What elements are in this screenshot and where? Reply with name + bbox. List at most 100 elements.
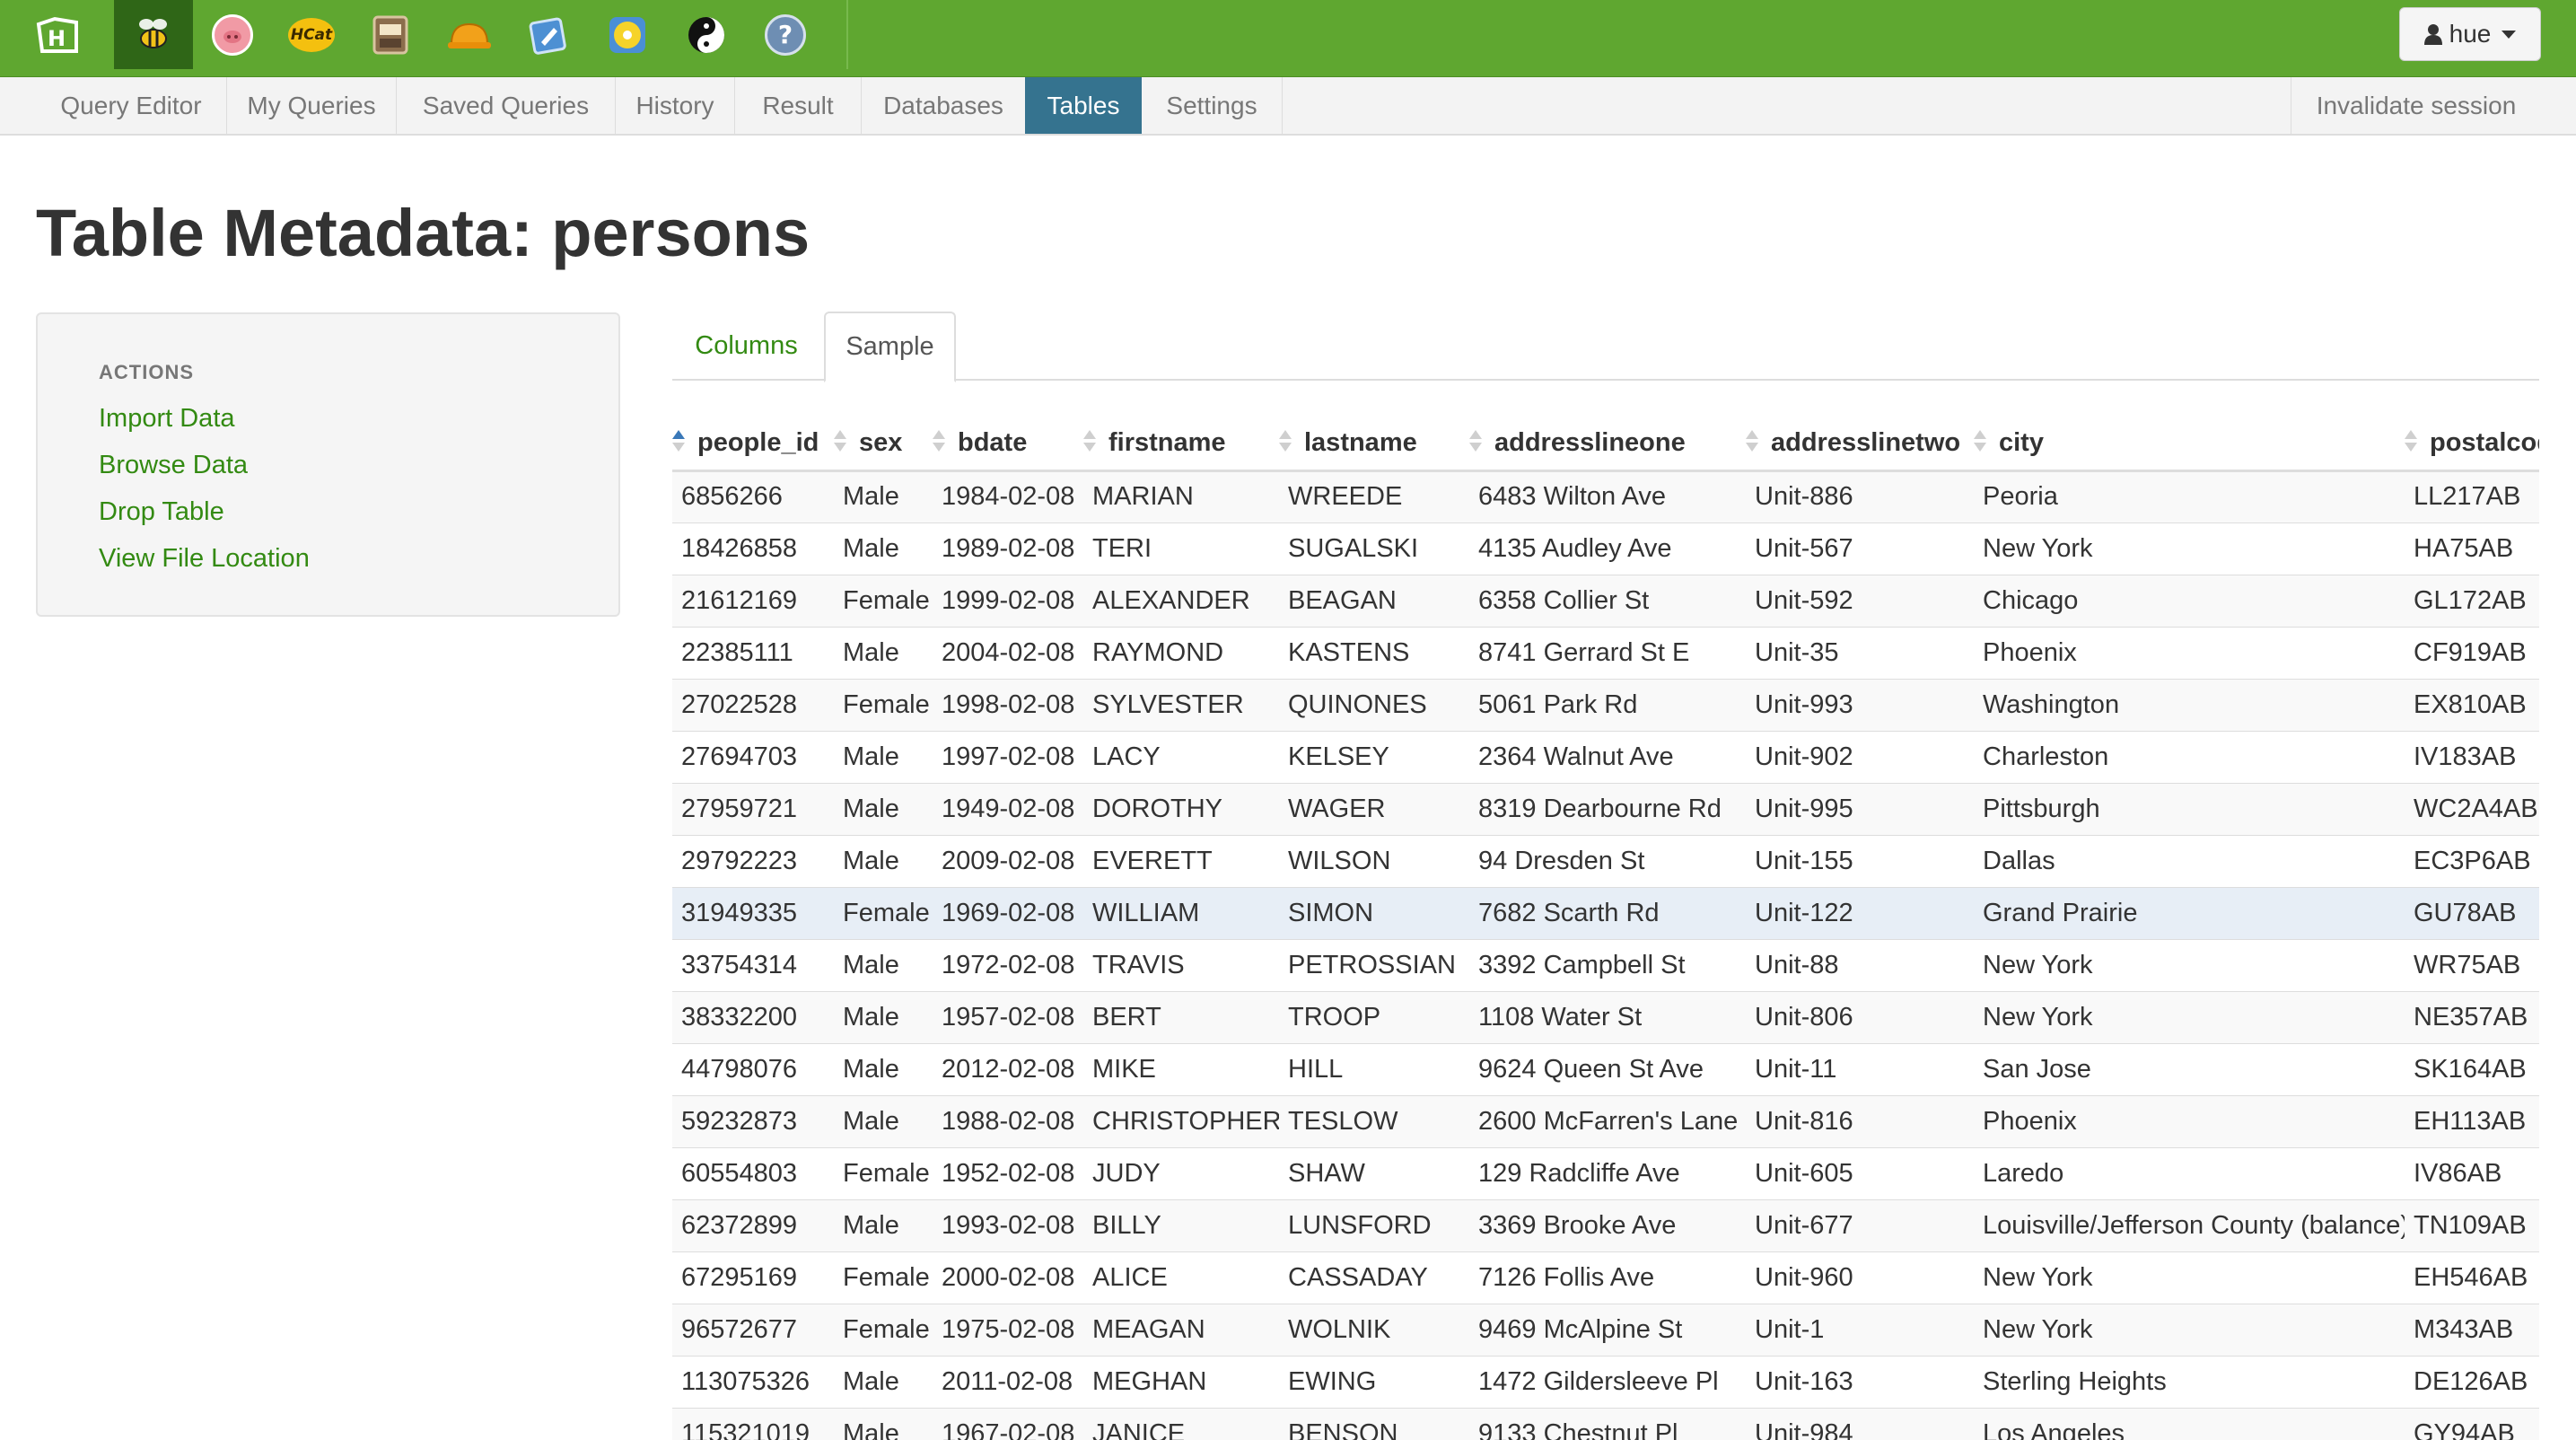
table-cell-firstname: MIKE (1083, 1042, 1279, 1095)
table-row[interactable]: 27959721 Male 1949-02-08 DOROTHY WAGER 8319 D… (672, 782, 2539, 835)
import-data-link[interactable]: Import Data (99, 404, 235, 434)
table-cell-firstname: RAYMOND (1083, 626, 1279, 679)
table-row[interactable]: 67295169 Female 2000-02-08 ALICE CASSADAY 712… (672, 1251, 2539, 1304)
table-cell-people-id: 96572677 (672, 1303, 834, 1356)
hcatalog-app-button[interactable]: HCat (272, 0, 351, 69)
column-header-lastname[interactable]: lastname (1279, 417, 1469, 472)
table-row[interactable]: 33754314 Male 1972-02-08 TRAVIS PETROSSIAN 33… (672, 938, 2539, 991)
table-cell-addresslinetwo: Unit-902 (1746, 730, 1974, 783)
table-row[interactable]: 27694703 Male 1997-02-08 LACY KELSEY 2364 Wal… (672, 730, 2539, 783)
table-cell-postalcode: DE126AB (2405, 1355, 2539, 1408)
nav-settings[interactable]: Settings (1142, 77, 1282, 134)
table-cell-people-id: 22385111 (672, 626, 834, 679)
table-cell-lastname: SUGALSKI (1279, 522, 1469, 575)
file-browser-icon (372, 15, 408, 54)
nav-tables[interactable]: Tables (1025, 77, 1142, 134)
table-row[interactable]: 29792223 Male 2009-02-08 EVERETT WILSON 94 Dr… (672, 834, 2539, 887)
table-cell-addresslineone: 1108 Water St (1469, 990, 1746, 1043)
table-cell-addresslineone: 7126 Follis Ave (1469, 1251, 1746, 1304)
nav-databases[interactable]: Databases (862, 77, 1025, 134)
table-cell-addresslinetwo: Unit-886 (1746, 470, 1974, 522)
table-row[interactable]: 38332200 Male 1957-02-08 BERT TROOP 1108 Wate… (672, 990, 2539, 1043)
column-header-sex[interactable]: sex (834, 417, 933, 472)
table-row[interactable]: 18426858 Male 1989-02-08 TERI SUGALSKI 4135 A… (672, 522, 2539, 575)
view-file-location-link[interactable]: View File Location (99, 544, 310, 574)
column-header-firstname[interactable]: firstname (1083, 417, 1279, 472)
nav-my-queries[interactable]: My Queries (227, 77, 396, 134)
table-cell-lastname: WOLNIK (1279, 1303, 1469, 1356)
table-cell-addresslinetwo: Unit-122 (1746, 886, 1974, 939)
table-row[interactable]: 21612169 Female 1999-02-08 ALEXANDER BEAGAN 6… (672, 574, 2539, 627)
table-row[interactable]: 44798076 Male 2012-02-08 MIKE HILL 9624 Queen… (672, 1042, 2539, 1095)
table-cell-bdate: 1993-02-08 (933, 1199, 1083, 1251)
sample-table: people_id sex bdate firstname lastname a… (672, 417, 2539, 1440)
beeswax-bee-icon (139, 18, 167, 48)
column-header-addresslinetwo[interactable]: addresslinetwo (1746, 417, 1974, 472)
drop-table-link[interactable]: Drop Table (99, 497, 224, 527)
table-cell-postalcode: EH113AB (2405, 1094, 2539, 1147)
hue-home-button[interactable]: H (18, 0, 97, 69)
table-cell-addresslinetwo: Unit-806 (1746, 990, 1974, 1043)
nav-saved-queries[interactable]: Saved Queries (397, 77, 615, 134)
nav-history[interactable]: History (616, 77, 734, 134)
tab-columns[interactable]: Columns (672, 312, 820, 381)
table-cell-addresslineone: 2364 Walnut Ave (1469, 730, 1746, 783)
table-cell-addresslineone: 3369 Brooke Ave (1469, 1199, 1746, 1251)
table-cell-city: Laredo (1974, 1146, 2405, 1199)
nav-query-editor[interactable]: Query Editor (36, 77, 226, 134)
table-row[interactable]: 6856266 Male 1984-02-08 MARIAN WREEDE 6483 Wi… (672, 470, 2539, 522)
oozie-app-button[interactable] (509, 0, 588, 69)
pig-app-button[interactable] (193, 0, 272, 69)
nav-divider (1282, 77, 1283, 134)
table-cell-postalcode: GU78AB (2405, 886, 2539, 939)
table-cell-bdate: 1999-02-08 (933, 574, 1083, 627)
browse-data-link[interactable]: Browse Data (99, 451, 248, 480)
column-header-bdate[interactable]: bdate (933, 417, 1083, 472)
table-row[interactable]: 60554803 Female 1952-02-08 JUDY SHAW 129 Radc… (672, 1146, 2539, 1199)
table-cell-city: Charleston (1974, 730, 2405, 783)
invalidate-session-link[interactable]: Invalidate session (2291, 77, 2541, 134)
table-row[interactable]: 113075326 Male 2011-02-08 MEGHAN EWING 1472 G… (672, 1355, 2539, 1408)
topbar-divider (846, 0, 848, 69)
hue-logo-icon: H (36, 16, 78, 53)
table-row[interactable]: 59232873 Male 1988-02-08 CHRISTOPHER TESLOW 2… (672, 1094, 2539, 1147)
table-cell-addresslinetwo: Unit-567 (1746, 522, 1974, 575)
table-cell-lastname: HILL (1279, 1042, 1469, 1095)
yin-yang-app-button[interactable] (667, 0, 746, 69)
tab-sample[interactable]: Sample (824, 312, 956, 382)
table-cell-addresslineone: 2600 McFarren's Lane (1469, 1094, 1746, 1147)
table-row[interactable]: 115321019 Male 1967-02-08 JANICE BENSON 9133 … (672, 1407, 2539, 1440)
table-row[interactable]: 22385111 Male 2004-02-08 RAYMOND KASTENS 8741… (672, 626, 2539, 679)
table-cell-sex: Female (834, 1146, 933, 1199)
table-cell-lastname: TESLOW (1279, 1094, 1469, 1147)
sample-table-container[interactable]: people_id sex bdate firstname lastname a… (672, 417, 2539, 1440)
column-header-city[interactable]: city (1974, 417, 2405, 472)
table-row[interactable]: 62372899 Male 1993-02-08 BILLY LUNSFORD 3369 … (672, 1199, 2539, 1251)
column-header-postalcode[interactable]: postalcode (2405, 417, 2539, 472)
column-header-addresslineone[interactable]: addresslineone (1469, 417, 1746, 472)
table-cell-firstname: JANICE (1083, 1407, 1279, 1440)
table-cell-lastname: KASTENS (1279, 626, 1469, 679)
table-row[interactable]: 31949335 Female 1969-02-08 WILLIAM SIMON 7682… (672, 886, 2539, 939)
table-cell-bdate: 2009-02-08 (933, 834, 1083, 887)
table-cell-postalcode: IV183AB (2405, 730, 2539, 783)
column-header-people-id[interactable]: people_id (672, 417, 834, 472)
job-designer-app-button[interactable] (430, 0, 509, 69)
nav-result[interactable]: Result (735, 77, 861, 134)
table-cell-postalcode: EX810AB (2405, 678, 2539, 731)
hcatalog-icon: HCat (288, 17, 335, 52)
table-row[interactable]: 96572677 Female 1975-02-08 MEAGAN WOLNIK 9469… (672, 1303, 2539, 1356)
table-cell-bdate: 1984-02-08 (933, 470, 1083, 522)
table-cell-addresslineone: 1472 Gildersleeve Pl (1469, 1355, 1746, 1408)
table-cell-firstname: JUDY (1083, 1146, 1279, 1199)
beeswax-app-button[interactable] (114, 0, 193, 69)
table-cell-addresslineone: 94 Dresden St (1469, 834, 1746, 887)
user-menu-button[interactable]: hue (2399, 7, 2541, 61)
file-browser-app-button[interactable] (351, 0, 430, 69)
disc-app-button[interactable] (588, 0, 667, 69)
table-row[interactable]: 27022528 Female 1998-02-08 SYLVESTER QUINONE… (672, 678, 2539, 731)
help-app-button[interactable]: ? (746, 0, 825, 69)
table-cell-city: New York (1974, 938, 2405, 991)
table-cell-lastname: BENSON (1279, 1407, 1469, 1440)
table-cell-city: Los Angeles (1974, 1407, 2405, 1440)
